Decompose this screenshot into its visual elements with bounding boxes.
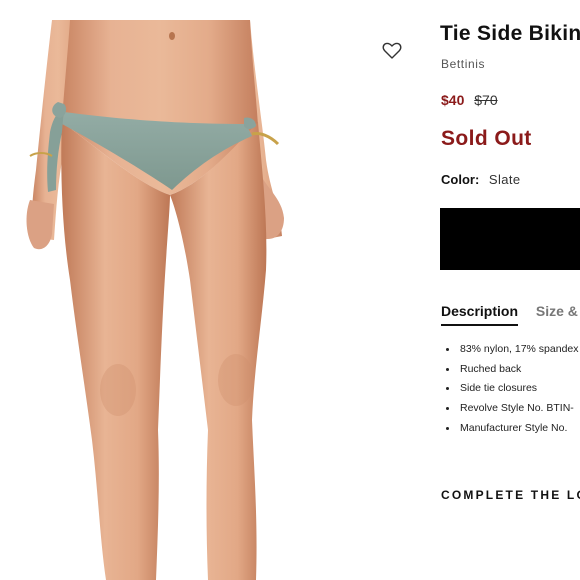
tab-size-fit[interactable]: Size & Fit (536, 303, 580, 324)
color-label: Color: (441, 172, 480, 187)
right-leg-shape (170, 122, 267, 580)
sale-price: $40 (441, 92, 465, 108)
tab-description[interactable]: Description (441, 303, 519, 326)
brand-link[interactable]: Bettinis (441, 57, 485, 71)
left-knee-shape (100, 364, 136, 416)
complete-the-look-heading: COMPLETE THE LOOK (441, 488, 580, 502)
product-details: Tie Side Bikini Bettinis $40 $70 Sold Ou… (440, 0, 580, 580)
right-knee-shape (218, 354, 254, 406)
color-value: Slate (488, 172, 521, 187)
product-tabs: Description Size & Fit (441, 303, 580, 326)
sold-out-status: Sold Out (441, 127, 532, 150)
color-selector: Color: Slate (441, 172, 521, 187)
description-item: Revolve Style No. BTIN- (441, 399, 579, 419)
price-row: $40 $70 (441, 92, 498, 108)
description-item: Ruched back (441, 360, 579, 380)
wishlist-button[interactable] (382, 42, 402, 60)
original-price: $70 (474, 92, 498, 108)
navel-shape (169, 32, 175, 40)
add-to-bag-button[interactable] (440, 208, 580, 270)
heart-outline-icon (382, 42, 402, 59)
description-list: 83% nylon, 17% spandex Ruched back Side … (441, 340, 579, 438)
description-item: Manufacturer Style No. (441, 419, 579, 439)
description-item: Side tie closures (441, 379, 579, 399)
product-title: Tie Side Bikini (440, 22, 580, 45)
left-hand-shape (26, 200, 54, 250)
product-image (0, 0, 420, 580)
description-item: 83% nylon, 17% spandex (441, 340, 579, 360)
